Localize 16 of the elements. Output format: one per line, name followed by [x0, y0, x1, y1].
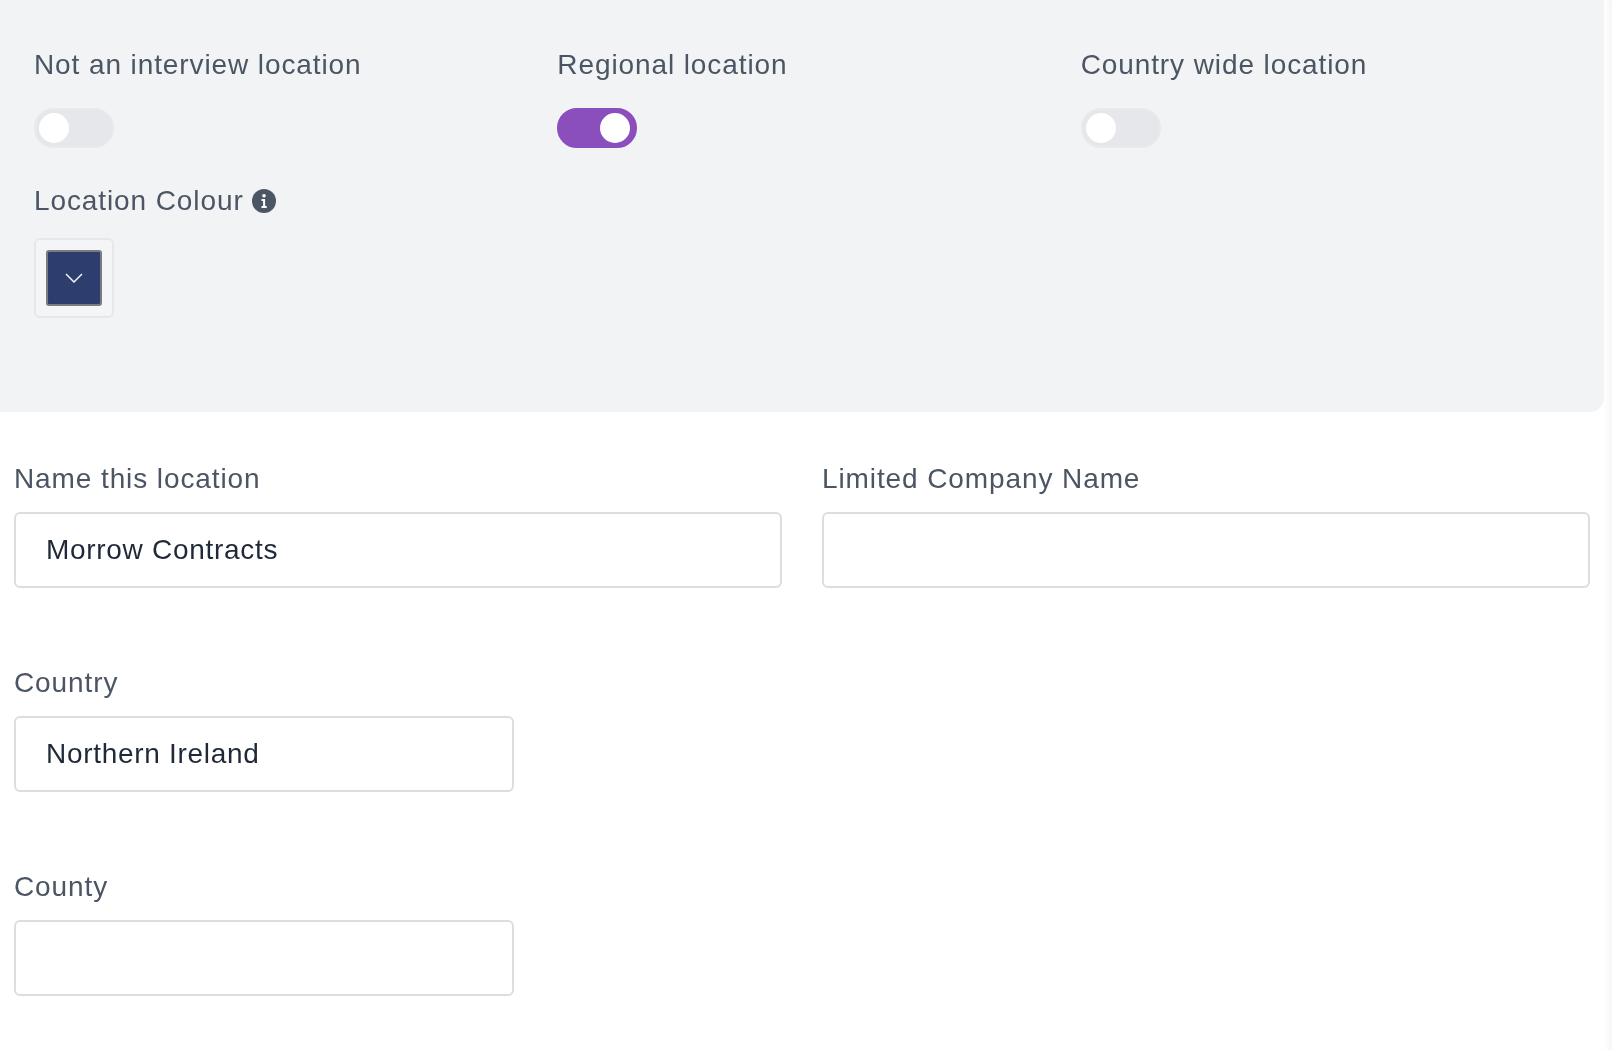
input-field[interactable]	[822, 512, 1590, 588]
input-field[interactable]: Northern Ireland	[14, 716, 514, 792]
toggle-label: Regional location	[557, 48, 788, 82]
input-field[interactable]: Morrow Contracts	[14, 512, 782, 588]
field-label: Limited Company Name	[822, 462, 1142, 496]
toggle-label: Not an interview location	[34, 48, 362, 82]
info-icon[interactable]	[251, 189, 276, 213]
field-label: Country	[14, 666, 120, 700]
toggle-label: Country wide location	[1080, 48, 1368, 82]
field-label: County	[14, 870, 110, 904]
toggle-switch[interactable]	[557, 108, 638, 148]
input-field[interactable]	[14, 920, 514, 996]
colour-label: Location Colour	[34, 184, 244, 218]
colour-picker[interactable]	[34, 238, 114, 318]
field-label: Name this location	[14, 462, 262, 496]
chevron-down-icon	[65, 273, 83, 283]
